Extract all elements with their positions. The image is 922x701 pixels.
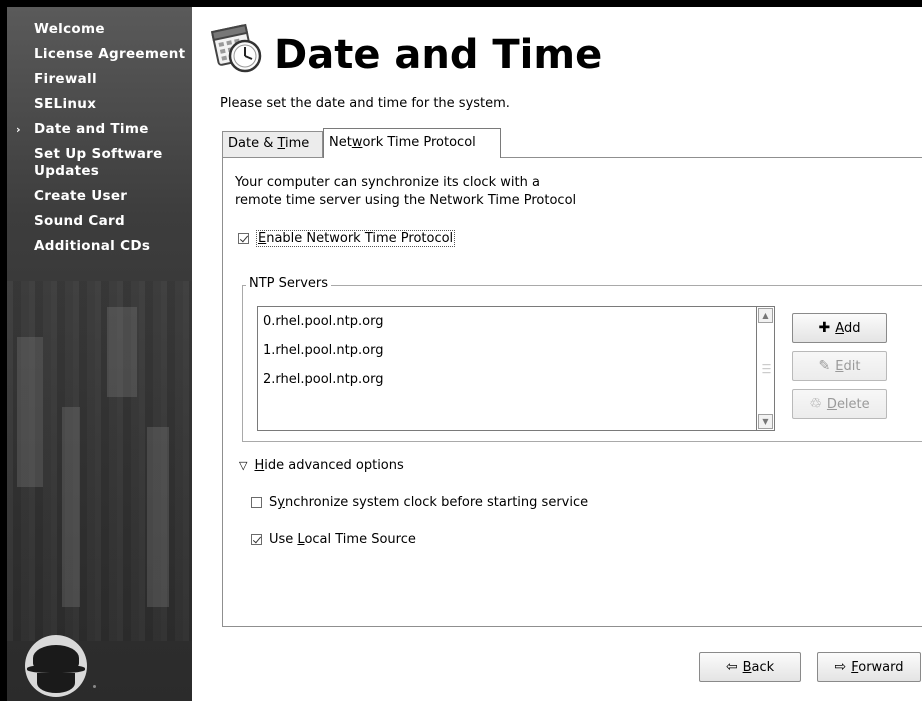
label-text: orward <box>858 659 904 675</box>
mnemonic: H <box>254 458 265 473</box>
plus-icon: ✚ <box>818 320 831 336</box>
use-local-time-source-checkbox[interactable]: Use Local Time Source <box>251 532 416 547</box>
label-text: ocal Time Source <box>304 532 416 547</box>
back-label: Back <box>743 660 775 675</box>
arrow-left-icon: ⇦ <box>725 659 738 675</box>
ntp-description-line: Your computer can synchronize its clock … <box>235 175 540 190</box>
checkbox-unchecked-icon <box>251 497 262 508</box>
sidebar-decoration <box>107 307 137 397</box>
label-text: Use <box>269 532 298 547</box>
ntp-tab-panel: Your computer can synchronize its clock … <box>222 157 922 627</box>
scroll-up-icon[interactable]: ▲ <box>758 308 773 323</box>
enable-ntp-label: Enable Network Time Protocol <box>256 230 456 247</box>
ntp-description-line: remote time server using the Network Tim… <box>235 193 577 208</box>
label-text: ack <box>751 659 775 675</box>
tab-mnemonic: T <box>277 136 286 151</box>
forward-button[interactable]: ⇨ Forward <box>817 652 921 682</box>
mnemonic: E <box>258 231 267 246</box>
sidebar-item-license: License Agreement <box>7 46 192 63</box>
checkbox-checked-icon <box>238 233 249 244</box>
calendar-clock-icon <box>211 23 262 73</box>
sidebar-item-firewall: Firewall <box>7 71 192 88</box>
add-label: Add <box>835 321 860 336</box>
sidebar-item-label: Firewall <box>34 71 97 87</box>
list-item[interactable]: 2.rhel.pool.ntp.org <box>263 372 383 387</box>
edit-server-button[interactable]: ✎ Edit <box>792 351 887 381</box>
sidebar-item-label: SELinux <box>34 96 97 112</box>
trash-icon: ♲ <box>809 396 822 412</box>
sidebar-item-date-time: › Date and Time <box>7 121 192 138</box>
ntp-servers-list[interactable]: 0.rhel.pool.ntp.org 1.rhel.pool.ntp.org … <box>257 306 775 431</box>
ntp-description: Your computer can synchronize its clock … <box>235 174 655 210</box>
sidebar-decoration <box>62 407 80 607</box>
advanced-options-expander[interactable]: ▽ Hide advanced options <box>239 458 404 473</box>
delete-label: Delete <box>827 397 870 412</box>
tab-label: ime <box>285 136 310 151</box>
label-text: elete <box>836 396 870 412</box>
sidebar-item-label: Date and Time <box>34 121 149 137</box>
checkbox-checked-icon <box>251 534 262 545</box>
sidebar-item-selinux: SELinux <box>7 96 192 113</box>
local-source-label: Use Local Time Source <box>269 532 416 547</box>
list-item[interactable]: 1.rhel.pool.ntp.org <box>263 343 383 358</box>
redhat-logo-icon <box>25 635 87 697</box>
tab-date-time[interactable]: Date & Time <box>222 131 323 157</box>
back-button[interactable]: ⇦ Back <box>699 652 801 682</box>
current-step-arrow-icon: › <box>16 123 21 136</box>
mnemonic: B <box>742 659 752 675</box>
tab-network-time-protocol[interactable]: Network Time Protocol <box>323 128 501 158</box>
pencil-icon: ✎ <box>818 358 831 374</box>
label-text: dit <box>843 358 861 374</box>
scroll-down-icon[interactable]: ▼ <box>758 414 773 429</box>
label-text: nchronize system clock before starting s… <box>284 495 589 510</box>
sidebar-item-label: Sound Card <box>34 213 125 229</box>
forward-label: Forward <box>851 660 903 675</box>
edit-label: Edit <box>835 359 860 374</box>
logo-trademark-dot <box>93 685 96 688</box>
sidebar-decoration <box>147 427 169 607</box>
tab-label: ork Time Protocol <box>362 135 476 150</box>
sidebar-item-welcome: Welcome <box>7 21 192 38</box>
page-title: Date and Time <box>274 32 603 78</box>
sidebar-decoration <box>17 337 43 487</box>
enable-ntp-checkbox[interactable]: Enable Network Time Protocol <box>238 230 456 247</box>
label-text: dd <box>843 320 861 336</box>
ntp-servers-legend: NTP Servers <box>246 276 332 291</box>
arrow-right-icon: ⇨ <box>834 659 847 675</box>
delete-server-button[interactable]: ♲ Delete <box>792 389 887 419</box>
sidebar-item-label: Set Up Software Updates <box>34 146 163 179</box>
main-content: Date and Time Please set the date and ti… <box>192 7 922 701</box>
window-frame-left <box>0 0 7 701</box>
mnemonic: A <box>835 320 844 336</box>
add-server-button[interactable]: ✚ Add <box>792 313 887 343</box>
servers-scrollbar[interactable]: ▲ — — — ▼ <box>756 306 775 431</box>
sync-before-label: Synchronize system clock before starting… <box>269 495 588 510</box>
sidebar-item-software-updates: Set Up Software Updates <box>7 146 192 180</box>
sidebar-item-label: Welcome <box>34 21 105 37</box>
expander-label: Hide advanced options <box>254 458 403 473</box>
label-text: nable Network Time Protocol <box>266 231 454 246</box>
mnemonic: y <box>277 495 285 510</box>
expander-triangle-icon: ▽ <box>239 459 248 472</box>
sidebar: Welcome License Agreement Firewall SELin… <box>7 7 192 701</box>
list-item[interactable]: 0.rhel.pool.ntp.org <box>263 314 383 329</box>
page-subtitle: Please set the date and time for the sys… <box>220 96 510 111</box>
mnemonic: D <box>826 396 837 412</box>
sidebar-item-label: Additional CDs <box>34 238 151 254</box>
sidebar-item-sound-card: Sound Card <box>7 213 192 230</box>
scroll-grip-icon[interactable]: — — — <box>762 361 771 378</box>
sidebar-item-label: License Agreement <box>34 46 186 62</box>
tab-label: Date & <box>228 136 278 151</box>
tab-mnemonic: w <box>351 135 363 150</box>
label-text: ide advanced options <box>264 458 404 473</box>
window-frame-top <box>0 0 922 7</box>
sidebar-item-create-user: Create User <box>7 188 192 205</box>
tab-label: Net <box>329 135 352 150</box>
sidebar-nav: Welcome License Agreement Firewall SELin… <box>7 21 192 263</box>
sync-before-service-checkbox[interactable]: Synchronize system clock before starting… <box>251 495 588 510</box>
sidebar-item-additional-cds: Additional CDs <box>7 238 192 255</box>
sidebar-item-label: Create User <box>34 188 128 204</box>
